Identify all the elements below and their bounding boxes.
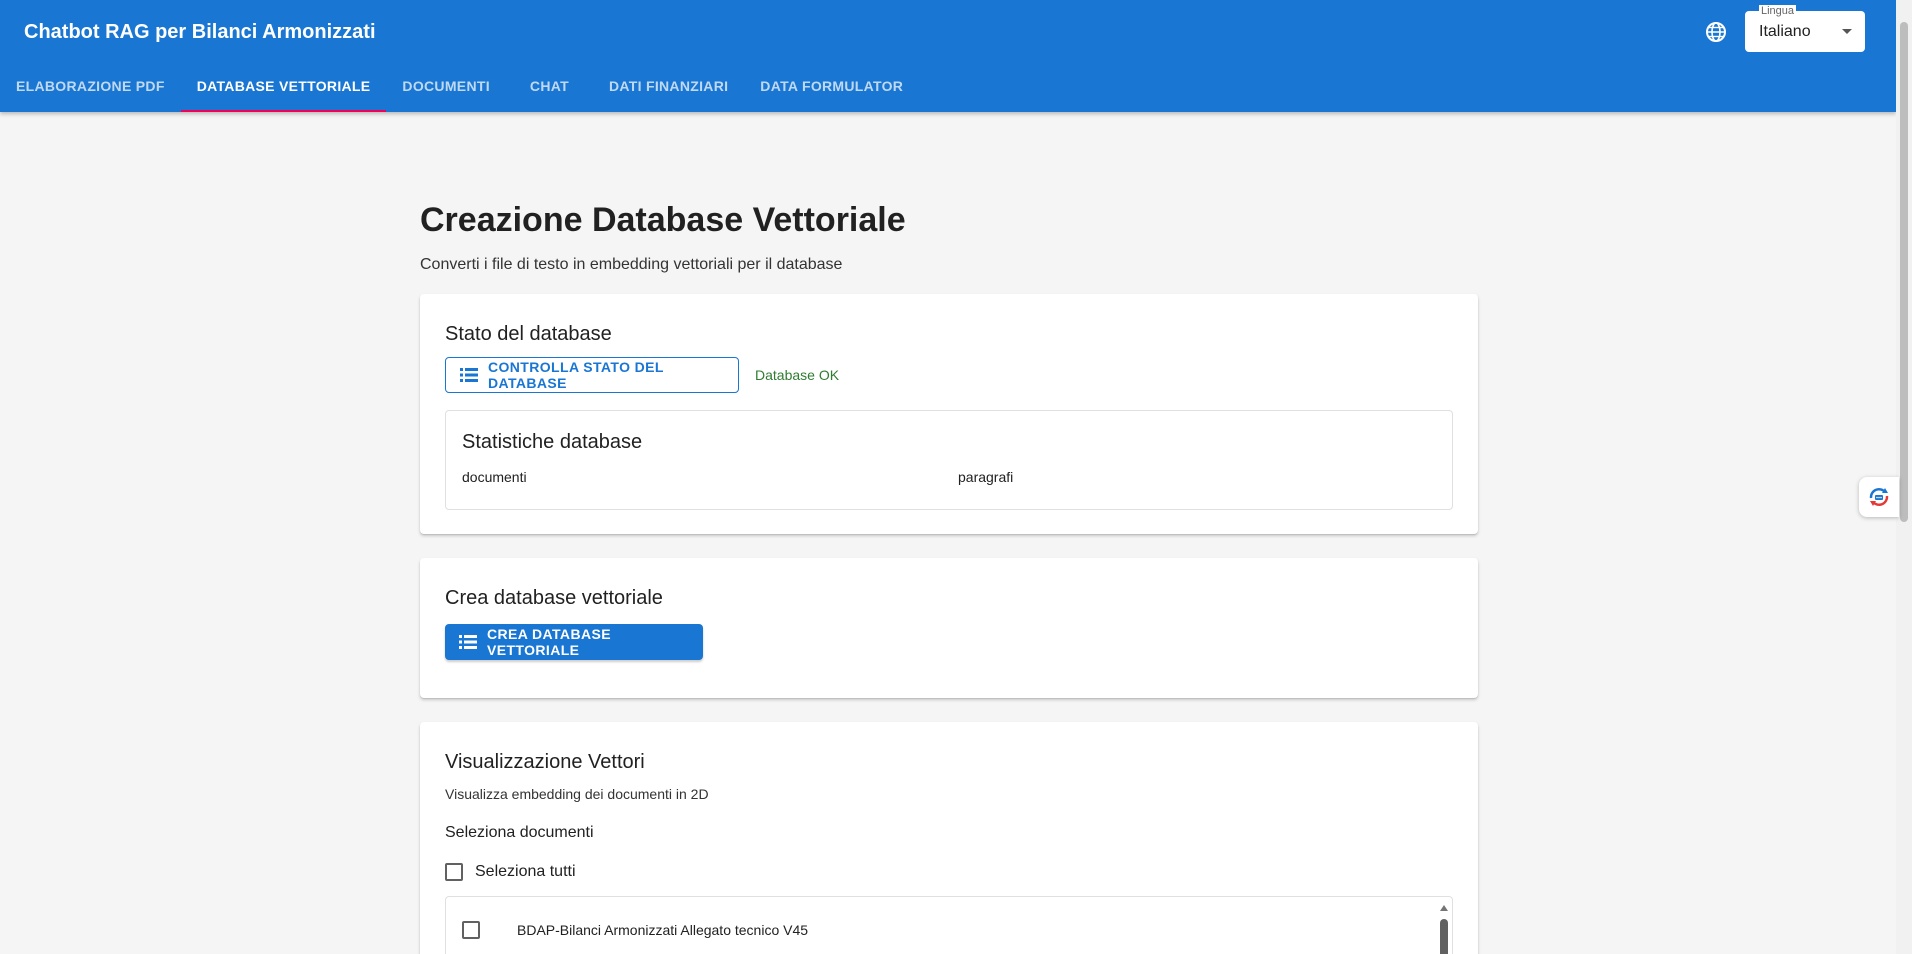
create-db-button-label: CREA DATABASE VETTORIALE [487,626,611,658]
app-bar: Chatbot RAG per Bilanci Armonizzati ELAB… [0,0,1896,112]
list-icon [460,368,478,382]
select-all-checkbox-box[interactable] [445,863,463,881]
tab-data-formulator[interactable]: DATA FORMULATOR [744,70,919,112]
db-status-card: Stato del database CONTROLLA STATO DEL D… [420,294,1478,534]
page-title: Creazione Database Vettoriale [420,201,906,239]
check-db-status-label: CONTROLLA STATO DEL DATABASE [488,359,664,391]
select-documents-label: Seleziona documenti [445,824,594,841]
check-db-status-button[interactable]: CONTROLLA STATO DEL DATABASE [445,357,739,393]
tab-elaborazione-pdf[interactable]: ELABORAZIONE PDF [0,70,181,112]
document-checkbox[interactable] [462,921,480,939]
document-list: BDAP-Bilanci Armonizzati Allegato tecnic… [445,896,1453,954]
tab-chat[interactable]: CHAT [506,70,593,112]
document-list-scrollbar-thumb[interactable] [1440,919,1448,954]
select-all-checkbox[interactable]: Seleziona tutti [445,863,576,881]
visualization-description: Visualizza embedding dei documenti in 2D [445,786,709,802]
scroll-up-arrow-icon[interactable] [1440,905,1448,911]
page-subtitle: Converti i file di testo in embedding ve… [420,256,843,273]
create-db-card: Crea database vettoriale CREA DATABASE V… [420,558,1478,698]
create-db-button[interactable]: CREA DATABASE VETTORIALE [445,624,703,660]
list-icon [459,635,477,649]
db-stats-panel: Statistiche database documenti paragrafi [445,410,1453,510]
chat-widget-button[interactable] [1859,477,1899,517]
language-select-value: Italiano [1759,23,1811,40]
document-list-item[interactable]: BDAP-Bilanci Armonizzati Allegato tecnic… [462,921,808,939]
document-list-scrollbar[interactable] [1436,897,1452,954]
select-all-label: Seleziona tutti [475,863,576,880]
globe-icon [1706,22,1726,42]
tab-documenti[interactable]: DOCUMENTI [386,70,505,112]
app-title: Chatbot RAG per Bilanci Armonizzati [24,21,376,43]
language-select-label: Lingua [1759,5,1797,17]
visualization-title: Visualizzazione Vettori [445,751,645,773]
chevron-down-icon [1842,29,1852,34]
tab-dati-finanziari[interactable]: DATI FINANZIARI [593,70,744,112]
db-stats-title: Statistiche database [462,431,643,453]
create-db-title: Crea database vettoriale [445,587,663,609]
stat-paragraphs-label: paragrafi [958,469,1014,485]
chat-refresh-icon [1869,488,1889,506]
tab-database-vettoriale[interactable]: DATABASE VETTORIALE [180,70,387,112]
vector-visualization-card: Visualizzazione Vettori Visualizza embed… [420,722,1478,954]
language-select[interactable]: Lingua Italiano [1745,5,1865,52]
document-name: BDAP-Bilanci Armonizzati Allegato tecnic… [517,922,809,938]
stat-documents-label: documenti [462,469,527,485]
page-scrollbar-thumb[interactable] [1900,22,1908,522]
db-status-text: Database OK [755,367,840,383]
db-status-title: Stato del database [445,323,612,345]
main-tabs: ELABORAZIONE PDF DATABASE VETTORIALE DOC… [0,70,919,112]
